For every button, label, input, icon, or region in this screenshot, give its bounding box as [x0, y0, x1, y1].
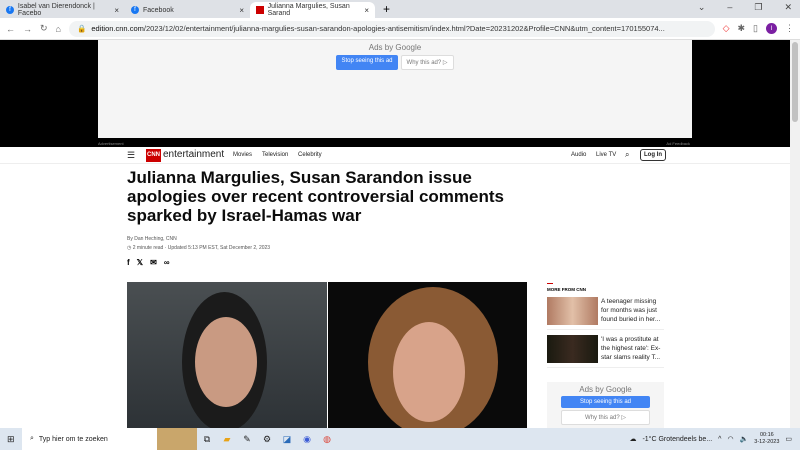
cnn-favicon-icon — [256, 6, 264, 14]
system-tray: ☁ -1°C Grotendeels be... ^ ◠ 🔈 00:16 3-12-20… — [629, 432, 792, 446]
search-placeholder: Typ hier om te zoeken — [38, 435, 108, 443]
link-share-icon[interactable]: ∞ — [164, 258, 170, 267]
scrollbar[interactable] — [790, 40, 800, 428]
close-tab-icon[interactable]: × — [364, 6, 369, 15]
tab-title: Facebook — [143, 6, 174, 14]
ad-banner: Ads by Google Stop seeing this ad Why thi… — [0, 40, 790, 147]
file-explorer-icon[interactable]: ▰ — [217, 434, 237, 445]
section-title[interactable]: entertainment — [163, 149, 224, 160]
story-title[interactable]: 'I was a prostitute at the highest rate'… — [601, 335, 664, 363]
maximize-button[interactable]: ❐ — [754, 2, 762, 13]
story-thumbnail[interactable] — [547, 335, 598, 363]
taskbar: ⊞ ⌕ Typ hier om te zoeken ⧉ ▰ ✎ ⚙ ◪ ◉ ◍ ☁ -1°C G… — [0, 428, 800, 450]
tab-facebook-profile[interactable]: f Isabel van Dierendonck | Facebo × — [0, 2, 125, 18]
puzzle-icon[interactable]: ✱ — [738, 23, 746, 34]
settings-icon[interactable]: ⚙ — [257, 434, 277, 445]
clock[interactable]: 00:16 3-12-2023 — [754, 432, 779, 446]
tab-strip: f Isabel van Dierendonck | Facebo × f Faceb… — [0, 0, 800, 18]
sidebar-ad: Ads by Google Stop seeing this ad Why th… — [547, 382, 664, 428]
url-host: edition.cnn.com — [91, 24, 144, 33]
minimize-button[interactable]: – — [727, 2, 732, 13]
cnn-nav: ☰ CNN entertainment Movies Television Ce… — [0, 147, 790, 164]
nav-audio[interactable]: Audio — [571, 152, 586, 158]
facebook-share-icon[interactable]: f — [127, 258, 130, 267]
tab-title: Isabel van Dierendonck | Facebo — [17, 3, 95, 17]
app-icon[interactable]: ◉ — [297, 434, 317, 445]
nav-movies[interactable]: Movies — [233, 152, 252, 158]
why-this-ad-button[interactable]: Why this ad? ▷ — [561, 410, 650, 425]
tray-chevron-icon[interactable]: ^ — [718, 436, 721, 443]
list-item[interactable]: 'I was a prostitute at the highest rate'… — [547, 335, 664, 368]
ad-feedback-link[interactable]: Ad Feedback — [666, 141, 690, 146]
forward-icon[interactable]: → — [23, 24, 32, 34]
story-title[interactable]: A teenager missing for months was just f… — [601, 297, 664, 325]
updated-text: 2 minute read · Updated 5:13 PM EST, Sat… — [132, 245, 271, 251]
reload-icon[interactable]: ↻ — [40, 23, 48, 34]
more-title: MORE FROM CNN — [547, 287, 586, 292]
facebook-icon: f — [131, 6, 139, 14]
cnn-logo[interactable]: CNN — [146, 149, 161, 162]
tab-facebook[interactable]: f Facebook × — [125, 2, 250, 18]
notifications-icon[interactable]: ▭ — [785, 435, 792, 443]
email-share-icon[interactable]: ✉ — [150, 258, 157, 267]
taskbar-search[interactable]: ⌕ Typ hier om te zoeken — [22, 428, 157, 450]
search-icon[interactable]: ⌕ — [625, 150, 629, 160]
login-button[interactable]: Log In — [640, 149, 666, 161]
chrome-icon[interactable]: ◍ — [317, 434, 337, 445]
x-share-icon[interactable]: 𝕏 — [137, 258, 143, 267]
close-tab-icon[interactable]: × — [239, 6, 244, 15]
tab-search-icon[interactable]: ⌄ — [698, 2, 706, 13]
search-icon: ⌕ — [30, 435, 34, 442]
profile-avatar[interactable]: I — [766, 23, 777, 34]
close-window-button[interactable]: ✕ — [784, 2, 792, 13]
close-tab-icon[interactable]: × — [114, 6, 119, 15]
volume-icon[interactable]: 🔈 — [740, 435, 749, 443]
ads-by-google: Ads by Google — [368, 43, 422, 52]
menu-icon[interactable]: ⋮ — [785, 23, 794, 34]
extension-icon[interactable]: ◇ — [723, 23, 730, 34]
nav-celebrity[interactable]: Celebrity — [298, 152, 322, 158]
nav-live-tv[interactable]: Live TV — [596, 152, 616, 158]
ads-by-google: Ads by Google — [579, 385, 632, 394]
network-icon[interactable]: ◠ — [727, 435, 733, 443]
lock-icon: 🔒 — [76, 24, 87, 33]
time: 00:16 — [759, 432, 774, 438]
date: 3-12-2023 — [754, 439, 780, 445]
paint-icon[interactable]: ✎ — [237, 434, 257, 445]
story-thumbnail[interactable] — [547, 297, 598, 325]
url-input[interactable]: 🔒 edition.cnn.com/2023/12/02/entertainmen… — [68, 20, 715, 37]
weather-text[interactable]: -1°C Grotendeels be... — [642, 436, 712, 443]
url-path: /2023/12/02/entertainment/julianna-margu… — [143, 24, 665, 33]
search-highlight-icon[interactable] — [157, 428, 197, 450]
timestamp: ◷ 2 minute read · Updated 5:13 PM EST, S… — [127, 245, 270, 251]
list-item[interactable]: A teenager missing for months was just f… — [547, 297, 664, 330]
tab-title: Julianna Margulies, Susan Sarand — [267, 3, 350, 17]
photo-julianna-margulies — [127, 282, 327, 432]
photos-icon[interactable]: ◪ — [277, 434, 297, 445]
nav-television[interactable]: Television — [262, 152, 288, 158]
ad-label: Advertisement — [98, 141, 124, 146]
stop-seeing-ad-button[interactable]: Stop seeing this ad — [336, 55, 398, 70]
task-view-icon[interactable]: ⧉ — [197, 434, 217, 445]
back-icon[interactable]: ← — [6, 24, 15, 34]
new-tab-button[interactable]: + — [383, 2, 390, 16]
more-from-cnn: MORE FROM CNN A teenager missing for mon… — [547, 283, 664, 368]
hamburger-menu-icon[interactable]: ☰ — [127, 150, 135, 161]
share-bar: f 𝕏 ✉ ∞ — [127, 258, 170, 267]
scrollbar-thumb[interactable] — [792, 42, 798, 122]
byline: By Dan Heching, CNN — [127, 236, 177, 242]
headline: Julianna Margulies, Susan Sarandon issue… — [127, 168, 504, 225]
why-this-ad-button[interactable]: Why this ad? ▷ — [400, 55, 454, 70]
photo-susan-sarandon — [328, 282, 527, 437]
windows-start-icon[interactable]: ⊞ — [7, 434, 15, 445]
home-icon[interactable]: ⌂ — [56, 24, 61, 34]
weather-icon[interactable]: ☁ — [629, 435, 636, 443]
stop-seeing-ad-button[interactable]: Stop seeing this ad — [561, 396, 650, 408]
address-bar-row: ← → ↻ ⌂ 🔒 edition.cnn.com/2023/12/02/enterta… — [0, 18, 800, 40]
sidepanel-icon[interactable]: ▯ — [753, 23, 758, 34]
facebook-icon: f — [6, 6, 14, 14]
tab-cnn[interactable]: Julianna Margulies, Susan Sarand × — [250, 2, 375, 18]
